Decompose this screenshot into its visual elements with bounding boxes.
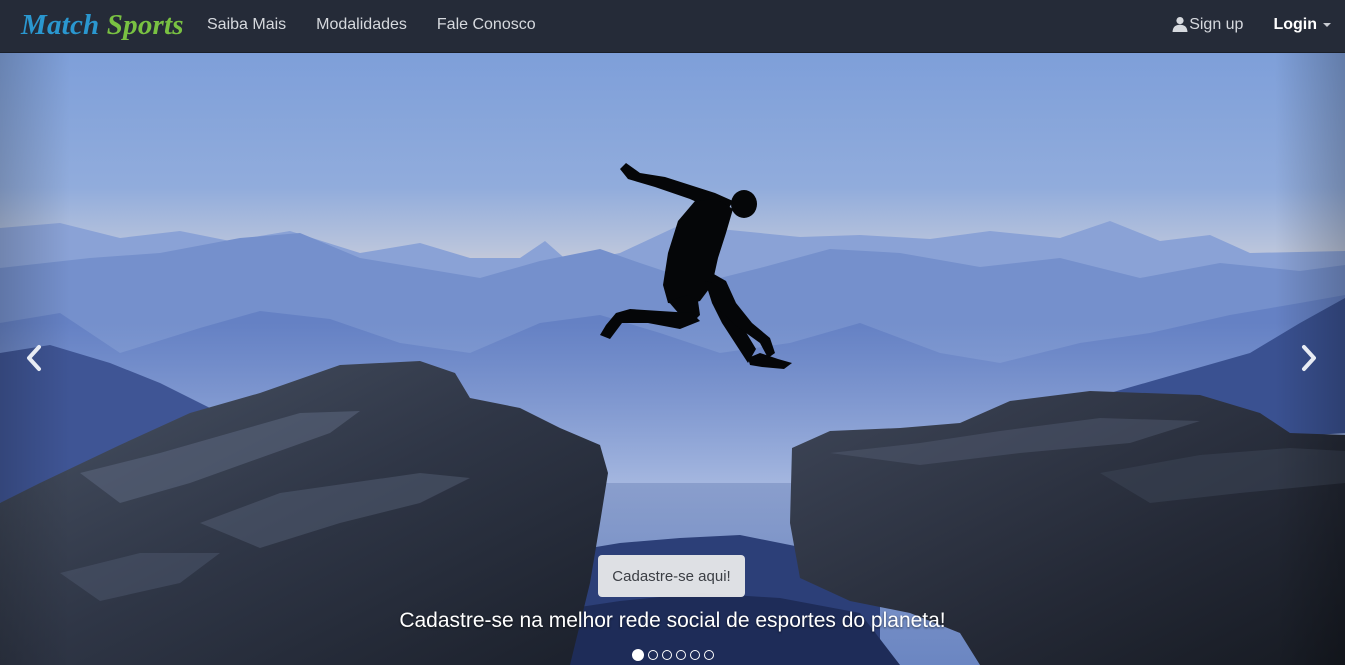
top-navbar: Match Sports Saiba Mais Modalidades Fale… (0, 0, 1345, 53)
signup-label: Sign up (1189, 16, 1244, 33)
user-icon (1172, 16, 1188, 32)
nav-modalidades[interactable]: Modalidades (301, 0, 422, 50)
account-nav: Sign up Login (1157, 0, 1345, 53)
carousel-indicator-dot[interactable] (661, 650, 672, 660)
carousel-indicator-dot[interactable] (647, 650, 658, 660)
chevron-right-icon (1302, 345, 1316, 371)
login-dropdown[interactable]: Login (1258, 0, 1345, 50)
signup-cta-button[interactable]: Cadastre-se aqui! (598, 555, 745, 597)
hero-caption: Cadastre-se na melhor rede social de esp… (399, 609, 946, 632)
nav-saiba-mais[interactable]: Saiba Mais (192, 0, 301, 50)
caret-down-icon (1323, 22, 1331, 27)
carousel-indicator-dot[interactable] (631, 649, 644, 661)
chevron-left-icon (27, 345, 41, 371)
login-label: Login (1273, 16, 1317, 33)
brand-logo[interactable]: Match Sports (21, 6, 184, 46)
signup-link[interactable]: Sign up (1157, 0, 1258, 50)
carousel-indicator-dot[interactable] (689, 650, 700, 660)
carousel-indicators (0, 649, 1345, 661)
hero-carousel: Cadastre-se aqui! Cadastre-se na melhor … (0, 53, 1345, 665)
carousel-prev-button[interactable] (14, 338, 54, 378)
main-nav: Saiba Mais Modalidades Fale Conosco (192, 0, 551, 53)
carousel-indicator-dot[interactable] (675, 650, 686, 660)
carousel-next-button[interactable] (1289, 338, 1329, 378)
nav-fale-conosco[interactable]: Fale Conosco (422, 0, 551, 50)
brand-word-match: Match (21, 9, 100, 41)
brand-word-sports: Sports (106, 9, 184, 41)
carousel-indicator-dot[interactable] (703, 650, 714, 660)
